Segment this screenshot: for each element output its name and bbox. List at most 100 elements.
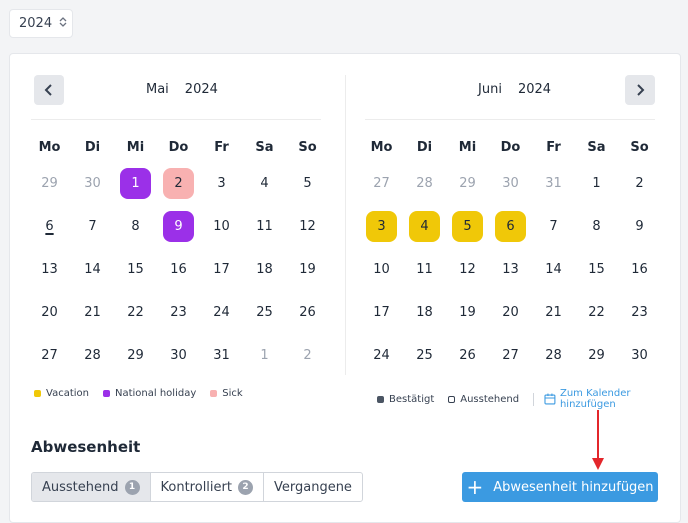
day-cell-vacation[interactable]: 6 <box>489 205 532 248</box>
day-cell[interactable]: 30 <box>489 162 532 205</box>
day-cell-today[interactable]: 6 <box>28 205 71 248</box>
week-row: 3456 7 8 9 <box>360 205 661 248</box>
day-cell[interactable]: 14 <box>71 248 114 291</box>
day-cell[interactable]: 19 <box>286 248 329 291</box>
day-cell[interactable]: 18 <box>403 291 446 334</box>
prev-month-button[interactable] <box>34 75 64 105</box>
day-cell-vacation[interactable]: 5 <box>446 205 489 248</box>
day-number: 18 <box>256 262 273 277</box>
day-number: 26 <box>299 305 316 320</box>
day-cell[interactable]: 31 <box>532 162 575 205</box>
year-select[interactable]: 2024 <box>9 9 73 38</box>
tab-ausstehend[interactable]: Ausstehend 1 <box>32 473 151 501</box>
next-month-button[interactable] <box>625 75 655 105</box>
day-cell[interactable]: 29 <box>446 162 489 205</box>
calendar-divider <box>345 75 346 375</box>
day-cell[interactable]: 16 <box>618 248 661 291</box>
day-cell[interactable]: 25 <box>403 334 446 377</box>
day-cell[interactable]: 12 <box>286 205 329 248</box>
day-cell[interactable]: 30 <box>71 162 114 205</box>
day-cell[interactable]: 20 <box>28 291 71 334</box>
day-cell[interactable]: 30 <box>157 334 200 377</box>
day-cell[interactable]: 24 <box>360 334 403 377</box>
day-cell[interactable]: 17 <box>200 248 243 291</box>
day-cell[interactable]: 26 <box>286 291 329 334</box>
day-cell[interactable]: 27 <box>360 162 403 205</box>
day-cell[interactable]: 5 <box>286 162 329 205</box>
day-cell[interactable]: 31 <box>200 334 243 377</box>
day-cell[interactable]: 15 <box>575 248 618 291</box>
day-cell[interactable]: 22 <box>114 291 157 334</box>
national-holiday-swatch <box>102 390 110 397</box>
day-number: 30 <box>631 348 648 363</box>
day-cell[interactable]: 18 <box>243 248 286 291</box>
day-cell[interactable]: 30 <box>618 334 661 377</box>
day-cell[interactable]: 9 <box>618 205 661 248</box>
day-number: 21 <box>545 305 562 320</box>
day-cell[interactable]: 2 <box>286 334 329 377</box>
add-absence-label: Abwesenheit hinzufügen <box>493 479 654 495</box>
day-number: 27 <box>373 176 390 191</box>
day-number: 16 <box>631 262 648 277</box>
day-cell[interactable]: 15 <box>114 248 157 291</box>
day-cell-sick[interactable]: 2 <box>157 162 200 205</box>
day-cell[interactable]: 14 <box>532 248 575 291</box>
day-cell[interactable]: 20 <box>489 291 532 334</box>
day-cell[interactable]: 7 <box>532 205 575 248</box>
day-cell[interactable]: 29 <box>575 334 618 377</box>
day-cell[interactable]: 1 <box>243 334 286 377</box>
header-divider <box>31 119 321 120</box>
day-cell[interactable]: 24 <box>200 291 243 334</box>
day-cell[interactable]: 8 <box>114 205 157 248</box>
day-cell[interactable]: 7 <box>71 205 114 248</box>
day-cell[interactable]: 21 <box>71 291 114 334</box>
day-cell[interactable]: 3 <box>200 162 243 205</box>
day-cell[interactable]: 8 <box>575 205 618 248</box>
day-number: 1 <box>260 348 269 363</box>
day-cell-national[interactable]: 9 <box>157 205 200 248</box>
day-cell[interactable]: 13 <box>28 248 71 291</box>
day-cell[interactable]: 10 <box>200 205 243 248</box>
day-cell[interactable]: 22 <box>575 291 618 334</box>
day-cell[interactable]: 28 <box>403 162 446 205</box>
weekday-label: Fr <box>214 140 229 155</box>
day-cell[interactable]: 29 <box>28 162 71 205</box>
day-cell[interactable]: 11 <box>243 205 286 248</box>
day-number: 12 <box>459 262 476 277</box>
day-cell[interactable]: 17 <box>360 291 403 334</box>
day-cell[interactable]: 28 <box>71 334 114 377</box>
add-absence-button[interactable]: + Abwesenheit hinzufügen <box>462 472 658 502</box>
day-cell[interactable]: 23 <box>618 291 661 334</box>
day-cell-national[interactable]: 1 <box>114 162 157 205</box>
day-number: 12 <box>299 219 316 234</box>
day-cell[interactable]: 27 <box>28 334 71 377</box>
weekday-label: So <box>630 140 649 155</box>
weekday-label: So <box>298 140 317 155</box>
day-cell[interactable]: 10 <box>360 248 403 291</box>
day-cell[interactable]: 27 <box>489 334 532 377</box>
day-cell[interactable]: 25 <box>243 291 286 334</box>
day-cell[interactable]: 1 <box>575 162 618 205</box>
day-cell[interactable]: 2 <box>618 162 661 205</box>
add-to-calendar-link[interactable]: Zum Kalender hinzufügen <box>544 388 688 410</box>
day-cell[interactable]: 16 <box>157 248 200 291</box>
day-cell[interactable]: 4 <box>243 162 286 205</box>
tab-label: Vergangene <box>273 479 352 495</box>
day-cell[interactable]: 13 <box>489 248 532 291</box>
count-badge: 2 <box>237 479 253 495</box>
tab-kontrolliert[interactable]: Kontrolliert 2 <box>151 473 264 501</box>
day-cell[interactable]: 19 <box>446 291 489 334</box>
day-cell[interactable]: 23 <box>157 291 200 334</box>
day-cell[interactable]: 21 <box>532 291 575 334</box>
legend-types: Vacation National holiday Sick <box>34 388 257 399</box>
day-cell[interactable]: 11 <box>403 248 446 291</box>
day-number: 14 <box>84 262 101 277</box>
day-cell-vacation[interactable]: 4 <box>403 205 446 248</box>
day-cell[interactable]: 26 <box>446 334 489 377</box>
day-cell[interactable]: 28 <box>532 334 575 377</box>
day-cell[interactable]: 12 <box>446 248 489 291</box>
day-cell[interactable]: 29 <box>114 334 157 377</box>
tab-vergangene[interactable]: Vergangene <box>264 473 362 501</box>
day-number: 24 <box>373 348 390 363</box>
day-cell-vacation[interactable]: 3 <box>360 205 403 248</box>
